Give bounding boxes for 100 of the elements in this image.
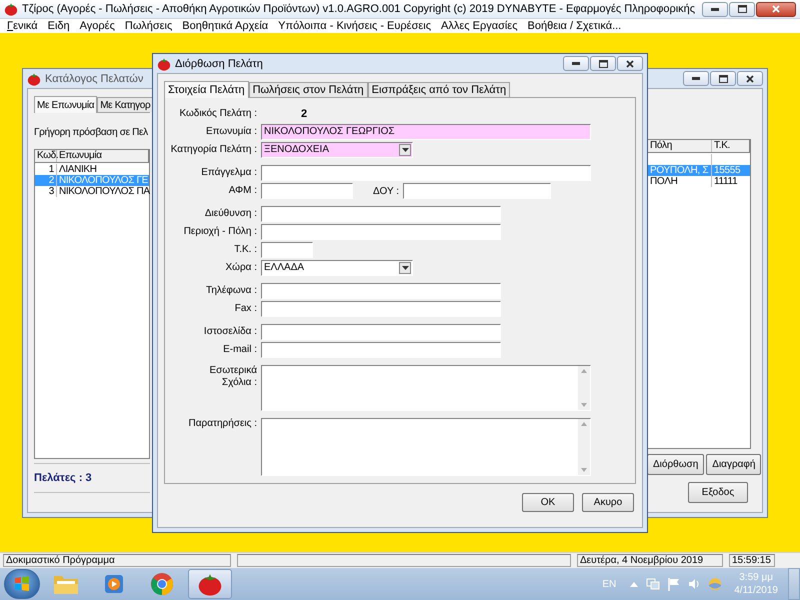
minimize-icon: [572, 62, 580, 65]
close-button[interactable]: [737, 71, 763, 86]
dropdown-button[interactable]: [399, 262, 411, 274]
windows-logo-icon: [14, 576, 30, 592]
table-cell-text: 11111: [713, 176, 738, 187]
close-button[interactable]: [756, 2, 796, 16]
tomato-icon: [4, 2, 18, 16]
field-label: Κωδικός Πελάτη :: [178, 108, 258, 120]
column-header: Κωδ.: [35, 150, 57, 162]
field-label: Περιοχή - Πόλη :: [182, 226, 258, 238]
window-title: Διόρθωση Πελάτη: [175, 58, 263, 70]
input-field[interactable]: [403, 183, 551, 199]
field-label: Ιστοσελίδα :: [202, 326, 258, 338]
tomato-icon: [27, 72, 41, 86]
scrollbar[interactable]: [578, 366, 590, 410]
action-button[interactable]: Διαγραφή: [706, 454, 762, 475]
minimize-button[interactable]: [563, 56, 589, 71]
close-icon: [772, 5, 780, 13]
menu-item[interactable]: Αλλες Εργασίες: [436, 20, 523, 32]
table-cell-text: ΝΙΚΟΛΟΠΟΥΛΟΣ ΓΕ: [58, 175, 149, 186]
status-message: Δοκιμαστικό Πρόγραμμα: [3, 554, 231, 567]
dropdown-field[interactable]: ΞΕΝΟΔΟΧΕΙΑ: [261, 142, 413, 158]
table-row[interactable]: 3 ΝΙΚΟΛΟΠΟΥΛΟΣ ΠΑ: [35, 186, 149, 197]
field-label: E-mail :: [222, 344, 258, 356]
menu-item[interactable]: Υπόλοιπα - Κινήσεις - Ευρέσεις: [273, 20, 436, 32]
caret-icon: [402, 266, 408, 270]
input-field[interactable]: [261, 242, 313, 258]
exit-button[interactable]: Εξοδος: [688, 482, 748, 503]
minimize-button[interactable]: [683, 71, 709, 86]
column-header: Τ.Κ.: [712, 140, 750, 152]
input-field[interactable]: [261, 283, 501, 299]
minimize-button[interactable]: [702, 2, 728, 16]
status-date: Δευτέρα, 4 Νοεμβρίου 2019: [577, 554, 723, 567]
field-label: Τ.Κ. :: [233, 244, 258, 256]
close-button[interactable]: [617, 56, 643, 71]
scrollbar[interactable]: [578, 419, 590, 475]
text-area[interactable]: [261, 365, 591, 411]
tab[interactable]: Πωλήσεις στον Πελάτη: [248, 82, 368, 97]
input-field[interactable]: ΝΙΚΟΛΟΠΟΥΛΟΣ ΓΕΩΡΓΙΟΣ: [261, 124, 591, 140]
table-cell-text: 15555: [713, 165, 742, 176]
input-field[interactable]: [261, 206, 501, 222]
maximize-button[interactable]: [729, 2, 755, 16]
tomato-icon: [157, 56, 171, 70]
scroll-up-icon: [581, 369, 587, 373]
cancel-button[interactable]: Ακυρο: [582, 493, 634, 512]
menu-item[interactable]: Γενικά: [2, 20, 43, 32]
customer-count: Πελάτες : 3: [34, 472, 92, 484]
input-field[interactable]: [261, 224, 501, 240]
scroll-down-icon: [581, 403, 587, 407]
table-cell: 3: [35, 186, 57, 197]
window-title: Κατάλογος Πελατών: [45, 72, 144, 84]
scroll-down-icon: [581, 468, 587, 472]
tab[interactable]: Εισπράξεις από τον Πελάτη: [368, 82, 510, 97]
input-field[interactable]: [261, 183, 353, 199]
table-cell: 2: [35, 175, 57, 186]
field-label: Κατηγορία Πελάτη :: [170, 144, 258, 156]
input-field[interactable]: [261, 324, 501, 340]
tab[interactable]: Με Επωνυμία: [34, 96, 98, 113]
field-label: Παρατηρήσεις :: [188, 418, 258, 430]
menu-item[interactable]: Βοηθητικά Αρχεία: [177, 20, 274, 32]
maximize-button[interactable]: [710, 71, 736, 86]
field-label: Επωνυμία :: [204, 126, 258, 138]
menu-item[interactable]: Αγορές: [74, 20, 120, 32]
media-player-icon: [103, 573, 125, 595]
close-icon: [626, 60, 634, 68]
close-icon: [746, 74, 754, 82]
field-label: Επάγγελμα :: [200, 167, 258, 179]
status-time: 15:59:15: [729, 554, 775, 567]
tomato-icon: [197, 572, 223, 596]
taskbar-app[interactable]: [188, 569, 232, 599]
maximize-icon: [718, 74, 728, 82]
menu-item[interactable]: Ειδη: [42, 20, 75, 32]
clock-time: 3:59 μμ: [739, 571, 773, 584]
menu-item[interactable]: Βοήθεια / Σχετικά...: [522, 20, 626, 32]
start-button[interactable]: [4, 569, 40, 599]
field-label: Εσωτερικά Σχόλια :: [208, 365, 258, 389]
ok-button[interactable]: OK: [522, 493, 574, 512]
scroll-up-icon: [581, 422, 587, 426]
minimize-icon: [692, 77, 700, 80]
input-field[interactable]: [261, 342, 501, 358]
input-field[interactable]: [261, 165, 591, 181]
browser-icon: [150, 572, 174, 596]
dropdown-field[interactable]: ΕΛΛΑΔΑ: [261, 260, 413, 276]
field-label: Τηλέφωνα :: [204, 285, 258, 297]
tab[interactable]: Στοιχεία Πελάτη: [164, 81, 249, 98]
maximize-button[interactable]: [590, 56, 616, 71]
caret-icon: [402, 148, 408, 152]
menu-item[interactable]: Πωλήσεις: [120, 20, 178, 32]
clock-date: 4/11/2019: [734, 584, 778, 597]
text-area[interactable]: [261, 418, 591, 476]
window-title: Τζίρος (Αγορές - Πωλήσεις - Αποθήκη Αγροτικών Προϊόντων) v1.0.AGRO.001 Copyright (c) 2019 DYNABYTE - Εφαρμογές Πληροφορικής: [22, 3, 696, 15]
dropdown-button[interactable]: [399, 144, 411, 156]
input-field[interactable]: [261, 301, 501, 317]
quick-access-label: Γρήγορη πρόσβαση σε Πελ: [34, 127, 149, 138]
table-cell-text: ΛΙΑΝΙΚΗ: [58, 164, 98, 175]
action-button[interactable]: Διόρθωση: [647, 454, 704, 475]
field-label: Διεύθυνση :: [204, 208, 258, 220]
column-header: Επωνυμία: [57, 150, 149, 162]
tab[interactable]: Με Κατηγορ: [97, 97, 154, 112]
field-label: ΑΦΜ :: [228, 185, 258, 197]
